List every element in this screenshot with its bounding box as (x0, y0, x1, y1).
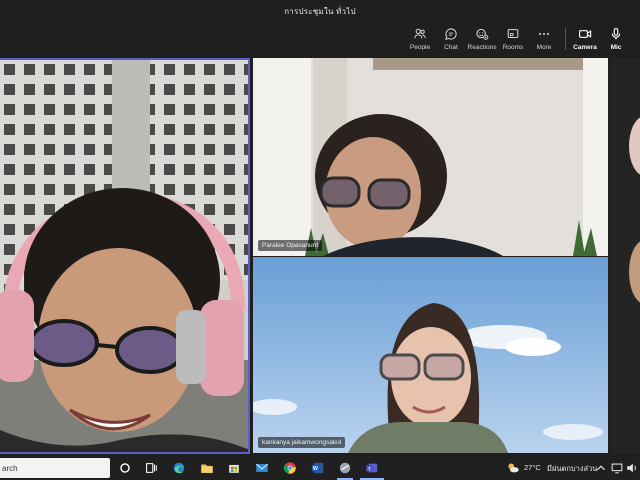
more-icon (539, 32, 549, 36)
participant-video (253, 58, 608, 256)
teams-meeting-window: การประชุมใน ทั่วไป People Chat Reactions… (0, 0, 640, 480)
rooms-button[interactable]: Rooms (498, 24, 528, 54)
chevron-up-icon (597, 465, 605, 471)
word-app-button[interactable]: W (310, 460, 326, 476)
more-label: More (536, 44, 552, 51)
camera-icon (579, 30, 592, 38)
cortana-icon (120, 463, 130, 473)
edge-app-button[interactable] (171, 460, 187, 476)
speaker-icon (627, 463, 636, 473)
generic-app-icon (339, 462, 351, 474)
monitor-icon (611, 463, 623, 474)
people-icon (414, 28, 426, 39)
weather-description: มีฝนตกบางส่วน (547, 464, 598, 473)
video-tile-participant[interactable]: Paralee Opasanunt (253, 58, 608, 256)
participant-name-label: kankanya jaikamwongsakul (258, 437, 346, 448)
store-icon (229, 464, 239, 473)
reactions-button[interactable]: Reactions (467, 24, 497, 54)
rooms-icon (507, 29, 519, 39)
reactions-label: Reactions (467, 44, 497, 51)
video-tile-participant[interactable]: kankanya jaikamwongsakul (253, 257, 608, 453)
rooms-label: Rooms (502, 44, 524, 51)
svg-text:T: T (368, 466, 371, 472)
app-button[interactable] (337, 460, 353, 476)
network-button[interactable] (609, 460, 625, 476)
title-bar: การประชุมใน ทั่วไป (0, 0, 640, 22)
word-icon: W (311, 462, 324, 474)
file-explorer-button[interactable] (199, 460, 215, 476)
svg-text:W: W (313, 466, 318, 472)
taskbar-search-box[interactable]: arch (0, 458, 110, 478)
toolbar-divider (565, 28, 566, 50)
camera-label: Camera (573, 44, 597, 51)
participant-video (0, 60, 248, 452)
mic-button[interactable]: Mic (601, 24, 631, 54)
task-view-button[interactable] (143, 460, 159, 476)
teams-icon: T (366, 463, 378, 473)
weather-temperature: 27°C (524, 463, 541, 472)
participant-video (611, 58, 640, 454)
reactions-icon (476, 28, 489, 40)
show-hidden-icons-button[interactable] (593, 460, 609, 476)
more-button[interactable]: More (529, 24, 559, 54)
video-tile-participant-partial[interactable] (611, 58, 640, 454)
task-view-icon (146, 463, 157, 473)
chrome-app-button[interactable] (282, 460, 298, 476)
chrome-icon (283, 462, 296, 474)
participant-video (253, 257, 608, 453)
edge-browser-icon (173, 462, 185, 474)
weather-widget[interactable] (505, 460, 521, 476)
windows-taskbar: arch W T 27°C มีฝนตกบางส่วน (0, 456, 640, 480)
mail-app-button[interactable] (254, 460, 270, 476)
cortana-button[interactable] (117, 460, 133, 476)
mail-icon (255, 463, 269, 472)
window-title: การประชุมใน ทั่วไป (284, 6, 356, 16)
teams-app-button[interactable]: T (364, 460, 380, 476)
store-app-button[interactable] (226, 460, 242, 476)
people-label: People (409, 44, 431, 51)
chat-icon (445, 28, 457, 40)
chat-button[interactable]: Chat (436, 24, 466, 54)
microphone-icon (611, 28, 621, 40)
video-tile-active-speaker[interactable] (0, 58, 250, 454)
people-button[interactable]: People (405, 24, 435, 54)
camera-button[interactable]: Camera (570, 24, 600, 54)
search-text: arch (2, 463, 18, 473)
participant-name-label: Paralee Opasanunt (258, 240, 323, 251)
chat-label: Chat (444, 44, 458, 51)
volume-button[interactable] (624, 460, 640, 476)
mic-label: Mic (610, 44, 622, 51)
partly-cloudy-icon (508, 463, 519, 473)
folder-icon (201, 464, 213, 473)
meeting-toolbar: People Chat Reactions Rooms More Camera … (0, 22, 640, 56)
